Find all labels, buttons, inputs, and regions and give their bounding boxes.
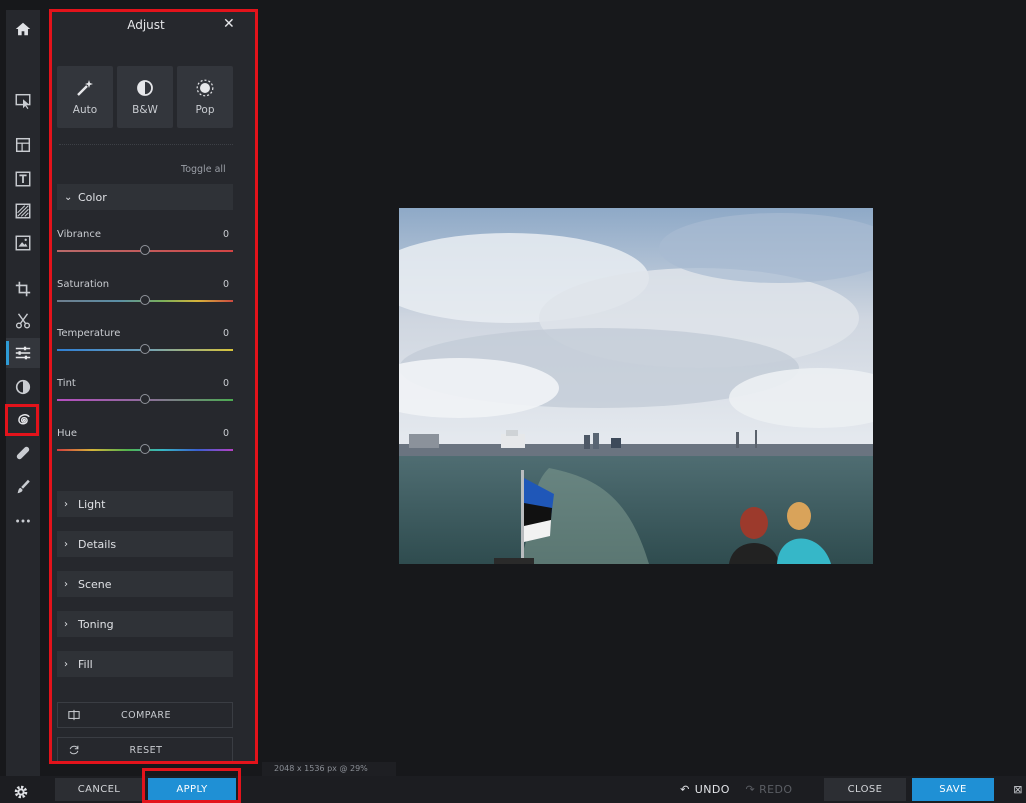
undo-icon: ↶: [680, 783, 690, 796]
redo-icon: ↷: [745, 783, 756, 796]
slider-label: Temperature: [57, 328, 121, 339]
expand-icon[interactable]: ⊠: [1010, 778, 1026, 801]
slider-knob[interactable]: [140, 295, 150, 305]
section-label: Details: [78, 537, 117, 551]
chevron-down-icon: ⌄: [64, 191, 73, 203]
slider-knob[interactable]: [140, 344, 150, 354]
redo-label: REDO: [759, 783, 793, 796]
preset-pop[interactable]: Pop: [177, 66, 233, 128]
magic-wand-icon: [77, 80, 93, 96]
panel-title: Adjust: [127, 18, 165, 32]
bottom-bar: CANCEL APPLY ↶ UNDO ↷ REDO CLOSE SAVE ⊠: [0, 776, 1026, 803]
preset-label: Pop: [195, 104, 215, 116]
chevron-right-icon: ›: [64, 498, 68, 510]
half-circle-icon: [137, 80, 153, 96]
cut-icon[interactable]: [6, 306, 40, 336]
cancel-button[interactable]: CANCEL: [55, 778, 143, 801]
texture-icon[interactable]: [6, 196, 40, 226]
slider-label: Tint: [57, 378, 76, 389]
image-info: 2048 x 1536 px @ 29%: [262, 762, 396, 776]
slider-label: Vibrance: [57, 229, 101, 240]
spiral-icon[interactable]: [6, 405, 40, 435]
slider-value: 0: [222, 378, 229, 389]
reset-label: RESET: [129, 744, 163, 756]
save-button[interactable]: SAVE: [912, 778, 994, 801]
preset-label: Auto: [72, 104, 98, 116]
brush-icon[interactable]: [6, 472, 40, 502]
adjust-panel: Adjust ✕ Auto B&W Pop Toggle all ⌄ Color…: [51, 10, 255, 762]
photo-image: [399, 208, 873, 564]
apply-button[interactable]: APPLY: [148, 778, 236, 801]
section-toning[interactable]: › Toning: [57, 611, 233, 637]
section-scene[interactable]: › Scene: [57, 571, 233, 597]
close-icon[interactable]: ✕: [223, 16, 235, 32]
chevron-right-icon: ›: [64, 538, 68, 550]
text-icon[interactable]: [6, 164, 40, 194]
compare-label: COMPARE: [120, 709, 172, 721]
sun-icon: [196, 79, 214, 97]
section-label: Toning: [78, 617, 114, 631]
chevron-right-icon: ›: [64, 658, 68, 670]
slider-knob[interactable]: [140, 444, 150, 454]
section-label: Color: [78, 190, 107, 204]
preset-bw[interactable]: B&W: [117, 66, 173, 128]
slider-value: 0: [222, 279, 229, 290]
slider-label: Saturation: [57, 279, 110, 290]
slider-saturation[interactable]: Saturation 0: [57, 279, 233, 319]
slider-tint[interactable]: Tint 0: [57, 378, 233, 418]
slider-hue[interactable]: Hue 0: [57, 428, 233, 468]
chevron-right-icon: ›: [64, 578, 68, 590]
section-fill[interactable]: › Fill: [57, 651, 233, 677]
chevron-right-icon: ›: [64, 618, 68, 630]
section-light[interactable]: › Light: [57, 491, 233, 517]
photo-canvas[interactable]: [399, 208, 873, 564]
select-icon[interactable]: [6, 86, 40, 116]
filter-icon[interactable]: [6, 372, 40, 402]
slider-knob[interactable]: [140, 394, 150, 404]
settings-icon[interactable]: [12, 783, 30, 801]
reset-button[interactable]: RESET: [57, 737, 233, 762]
section-details[interactable]: › Details: [57, 531, 233, 557]
slider-vibrance[interactable]: Vibrance 0: [57, 229, 233, 269]
section-label: Scene: [78, 577, 112, 591]
close-button[interactable]: CLOSE: [824, 778, 906, 801]
redo-button[interactable]: ↷ REDO: [741, 778, 797, 801]
toggle-all-link[interactable]: Toggle all: [181, 164, 226, 175]
layout-icon[interactable]: [6, 130, 40, 160]
slider-value: 0: [222, 229, 229, 240]
preset-auto[interactable]: Auto: [57, 66, 113, 128]
adjust-icon[interactable]: [6, 338, 40, 368]
compare-button[interactable]: COMPARE: [57, 702, 233, 728]
slider-value: 0: [222, 428, 229, 439]
section-color[interactable]: ⌄ Color: [57, 184, 233, 210]
crop-icon[interactable]: [6, 274, 40, 304]
undo-label: UNDO: [694, 783, 730, 796]
divider: [59, 144, 233, 145]
home-icon[interactable]: [6, 14, 40, 44]
editor-app: Adjust ✕ Auto B&W Pop Toggle all ⌄ Color…: [0, 0, 1026, 803]
more-icon[interactable]: [6, 506, 40, 536]
left-toolbar: [6, 10, 40, 803]
image-icon[interactable]: [6, 228, 40, 258]
bandage-icon[interactable]: [6, 438, 40, 468]
section-label: Light: [78, 497, 106, 511]
undo-button[interactable]: ↶ UNDO: [674, 778, 736, 801]
slider-label: Hue: [57, 428, 78, 439]
slider-value: 0: [222, 328, 229, 339]
preset-label: B&W: [132, 104, 158, 116]
slider-knob[interactable]: [140, 245, 150, 255]
section-label: Fill: [78, 657, 93, 671]
slider-temperature[interactable]: Temperature 0: [57, 328, 233, 368]
